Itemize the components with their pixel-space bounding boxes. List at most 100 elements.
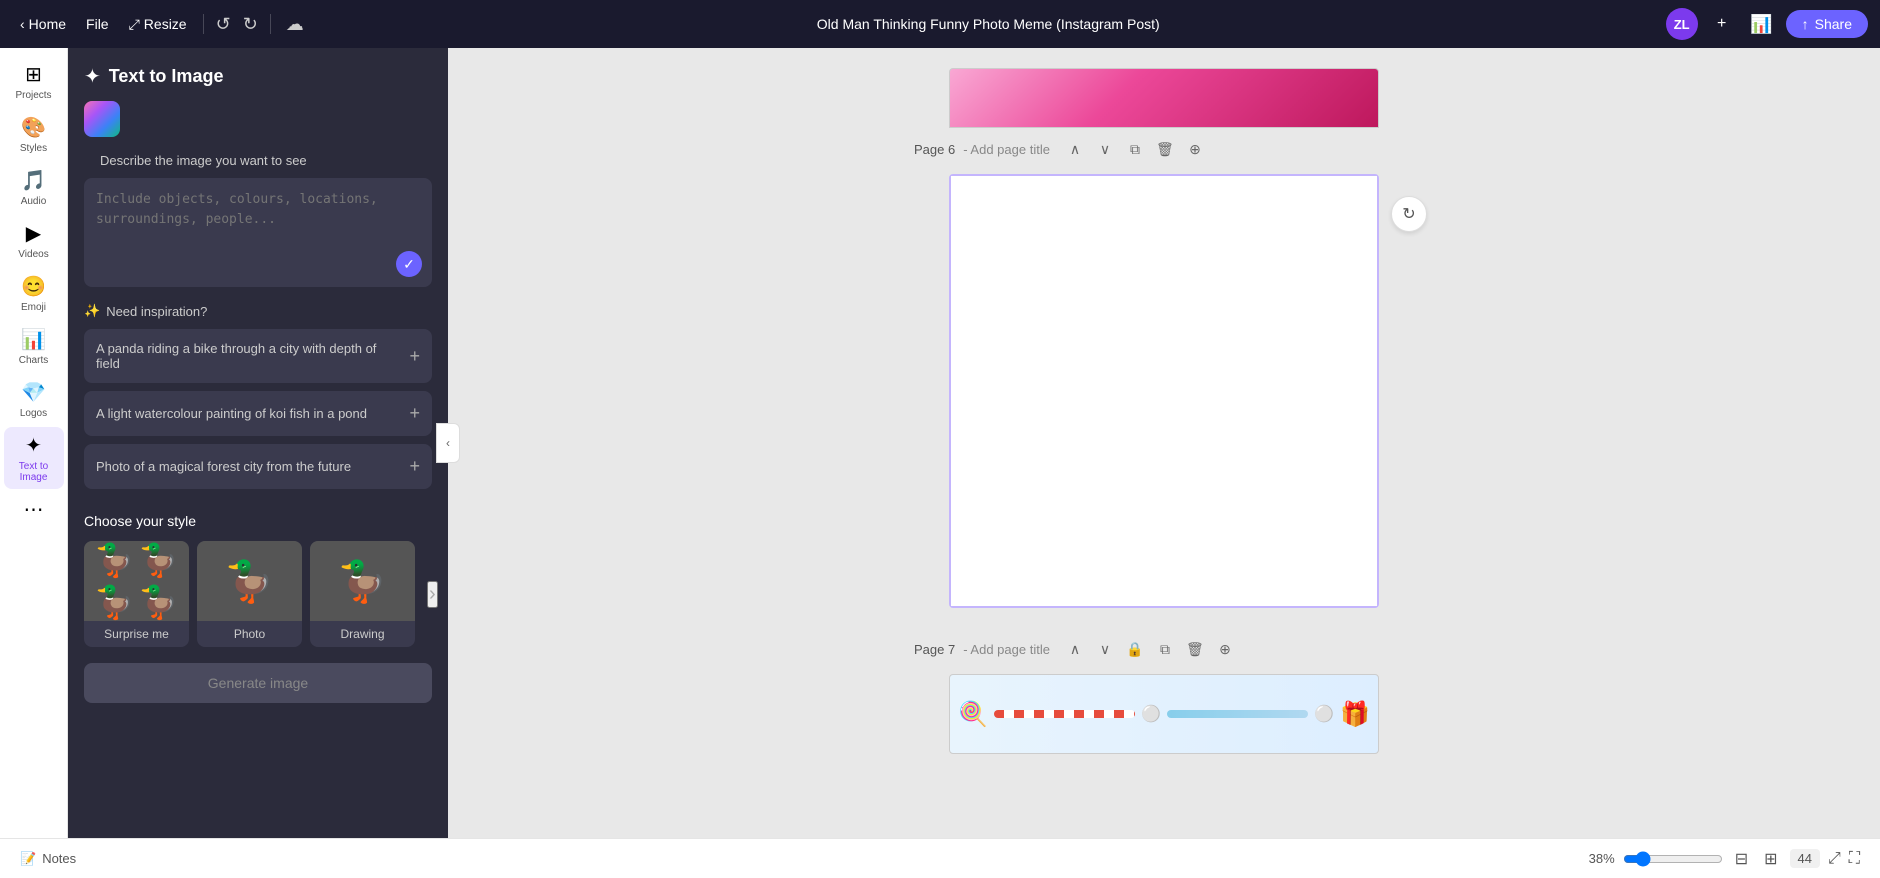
page7-content: 🍭 ⚪ ⚪ 🎁	[958, 700, 1370, 729]
style-card-drawing-label: Drawing	[310, 621, 415, 647]
sidebar-item-videos[interactable]: ▶ Videos	[4, 215, 64, 266]
page6-content	[951, 176, 1377, 606]
videos-label: Videos	[18, 249, 48, 260]
add-inspiration-3-button[interactable]: +	[409, 456, 420, 477]
fullscreen-button[interactable]: ⛶	[1849, 850, 1860, 868]
left-sidebar: ⊞ Projects 🎨 Styles 🎵 Audio ▶ Videos 😊 E…	[0, 48, 68, 838]
inspiration-text-1: A panda riding a bike through a city wit…	[96, 341, 401, 371]
notes-button[interactable]: 📝 Notes	[20, 851, 76, 867]
page7-lock-button[interactable]: 🔒	[1122, 636, 1148, 662]
sidebar-item-projects[interactable]: ⊞ Projects	[4, 56, 64, 107]
undo-button[interactable]: ↺	[212, 10, 235, 39]
style-card-drawing-img: 🦆	[310, 541, 415, 621]
page6-delete-button[interactable]: 🗑	[1152, 136, 1178, 162]
file-label: File	[86, 16, 109, 32]
resize-icon: ⤢	[129, 16, 140, 33]
left-panel: ✦ Text to Image Describe the image you w…	[68, 48, 448, 838]
home-button[interactable]: ‹ Home	[12, 12, 74, 36]
page6-copy-button[interactable]: ⧉	[1122, 136, 1148, 162]
style-card-photo-img: 🦆	[197, 541, 302, 621]
emoji-label: Emoji	[21, 302, 46, 313]
page7-down-button[interactable]: ∨	[1092, 636, 1118, 662]
zoom-level: 38%	[1589, 851, 1615, 866]
color-palette-icon[interactable]	[84, 101, 120, 137]
sidebar-item-more[interactable]: ⋯	[4, 491, 64, 528]
expand-button[interactable]: ⤢	[1828, 850, 1841, 868]
duck-3: 🦆	[95, 583, 135, 621]
style-section: Choose your style 🦆 🦆 🦆 🦆 Surpris	[68, 513, 448, 663]
page7-add-button[interactable]: ⊕	[1212, 636, 1238, 662]
page6-up-button[interactable]: ∧	[1062, 136, 1088, 162]
page6-add-button[interactable]: ⊕	[1182, 136, 1208, 162]
styles-label: Styles	[20, 143, 47, 154]
left-panel-wrapper: ✦ Text to Image Describe the image you w…	[68, 48, 448, 838]
page7-add-title[interactable]: - Add page title	[963, 642, 1050, 657]
chevron-left-icon: ‹	[20, 16, 25, 32]
sidebar-item-emoji[interactable]: 😊 Emoji	[4, 268, 64, 319]
file-button[interactable]: File	[78, 12, 117, 36]
zoom-out-button[interactable]: ⊟	[1731, 847, 1752, 871]
divider	[203, 14, 204, 34]
zoom-slider[interactable]	[1623, 851, 1723, 867]
zoom-in-button[interactable]: ⊞	[1760, 847, 1781, 871]
add-button[interactable]: +	[1706, 8, 1738, 40]
style-label: Choose your style	[84, 513, 432, 529]
notes-icon: 📝	[20, 851, 36, 867]
add-inspiration-2-button[interactable]: +	[409, 403, 420, 424]
sidebar-item-text-to-image[interactable]: ✦ Text to Image	[4, 427, 64, 489]
more-icon: ⋯	[24, 497, 44, 522]
avatar[interactable]: ZL	[1666, 8, 1698, 40]
page7-up-button[interactable]: ∧	[1062, 636, 1088, 662]
textarea-wrapper: ✓	[84, 178, 432, 287]
share-label: Share	[1815, 16, 1852, 32]
charts-label: Charts	[19, 355, 48, 366]
page7-canvas[interactable]: 🍭 ⚪ ⚪ 🎁	[949, 674, 1379, 754]
share-button[interactable]: ↑ Share	[1786, 10, 1868, 38]
page6-canvas[interactable]: ↻	[949, 174, 1379, 608]
check-button[interactable]: ✓	[396, 251, 422, 277]
describe-section: Describe the image you want to see ✓	[68, 153, 448, 303]
inspiration-item-3[interactable]: Photo of a magical forest city from the …	[84, 444, 432, 489]
share-icon: ↑	[1802, 16, 1809, 32]
blue-bar	[1167, 710, 1308, 718]
color-palette-section	[68, 101, 448, 153]
style-card-drawing[interactable]: 🦆 Drawing	[310, 541, 415, 647]
text-to-image-label: Text to Image	[8, 461, 60, 483]
page7-delete-button[interactable]: 🗑	[1182, 636, 1208, 662]
sidebar-item-charts[interactable]: 📊 Charts	[4, 321, 64, 372]
page6-down-button[interactable]: ∨	[1092, 136, 1118, 162]
analytics-icon[interactable]: 📊	[1746, 8, 1778, 40]
logos-icon: 💎	[21, 380, 46, 405]
hide-panel-button[interactable]: ‹	[436, 423, 460, 463]
sidebar-item-audio[interactable]: 🎵 Audio	[4, 162, 64, 213]
inspiration-label: Need inspiration?	[106, 304, 207, 319]
topbar-right: ZL + 📊 ↑ Share	[1666, 8, 1868, 40]
style-card-surprise[interactable]: 🦆 🦆 🦆 🦆 Surprise me	[84, 541, 189, 647]
candy-icon-2: 🎁	[1340, 700, 1370, 729]
style-next-button[interactable]: ›	[427, 581, 438, 608]
page7-copy-button[interactable]: ⧉	[1152, 636, 1178, 662]
style-card-photo[interactable]: 🦆 Photo	[197, 541, 302, 647]
dot-1: ⚪	[1141, 704, 1161, 724]
page6-label-row: Page 6 - Add page title ∧ ∨ ⧉ 🗑 ⊕	[914, 128, 1414, 170]
canvas-area: Page 6 - Add page title ∧ ∨ ⧉ 🗑 ⊕ ↻ Page…	[448, 48, 1880, 838]
inspiration-item-2[interactable]: A light watercolour painting of koi fish…	[84, 391, 432, 436]
add-inspiration-1-button[interactable]: +	[409, 346, 420, 367]
page6-add-title[interactable]: - Add page title	[963, 142, 1050, 157]
resize-button[interactable]: ⤢ Resize	[121, 12, 195, 37]
prev-page-bottom	[949, 68, 1379, 128]
inspiration-text-2: A light watercolour painting of koi fish…	[96, 406, 401, 421]
page6-label: Page 6	[914, 142, 955, 157]
page7-actions: ∧ ∨ 🔒 ⧉ 🗑 ⊕	[1062, 636, 1238, 662]
redo-button[interactable]: ↻	[239, 10, 262, 39]
describe-textarea[interactable]	[96, 190, 420, 270]
generate-button[interactable]: Generate image	[84, 663, 432, 703]
inspiration-section: ✨ Need inspiration? A panda riding a bik…	[68, 303, 448, 513]
sidebar-item-styles[interactable]: 🎨 Styles	[4, 109, 64, 160]
rotate-button[interactable]: ↻	[1391, 196, 1427, 232]
sidebar-item-logos[interactable]: 💎 Logos	[4, 374, 64, 425]
inspiration-item-1[interactable]: A panda riding a bike through a city wit…	[84, 329, 432, 383]
bottom-bar: 📝 Notes 38% ⊟ ⊞ 44 ⤢ ⛶	[0, 838, 1880, 878]
home-label: Home	[29, 16, 66, 32]
inspiration-text-3: Photo of a magical forest city from the …	[96, 459, 401, 474]
